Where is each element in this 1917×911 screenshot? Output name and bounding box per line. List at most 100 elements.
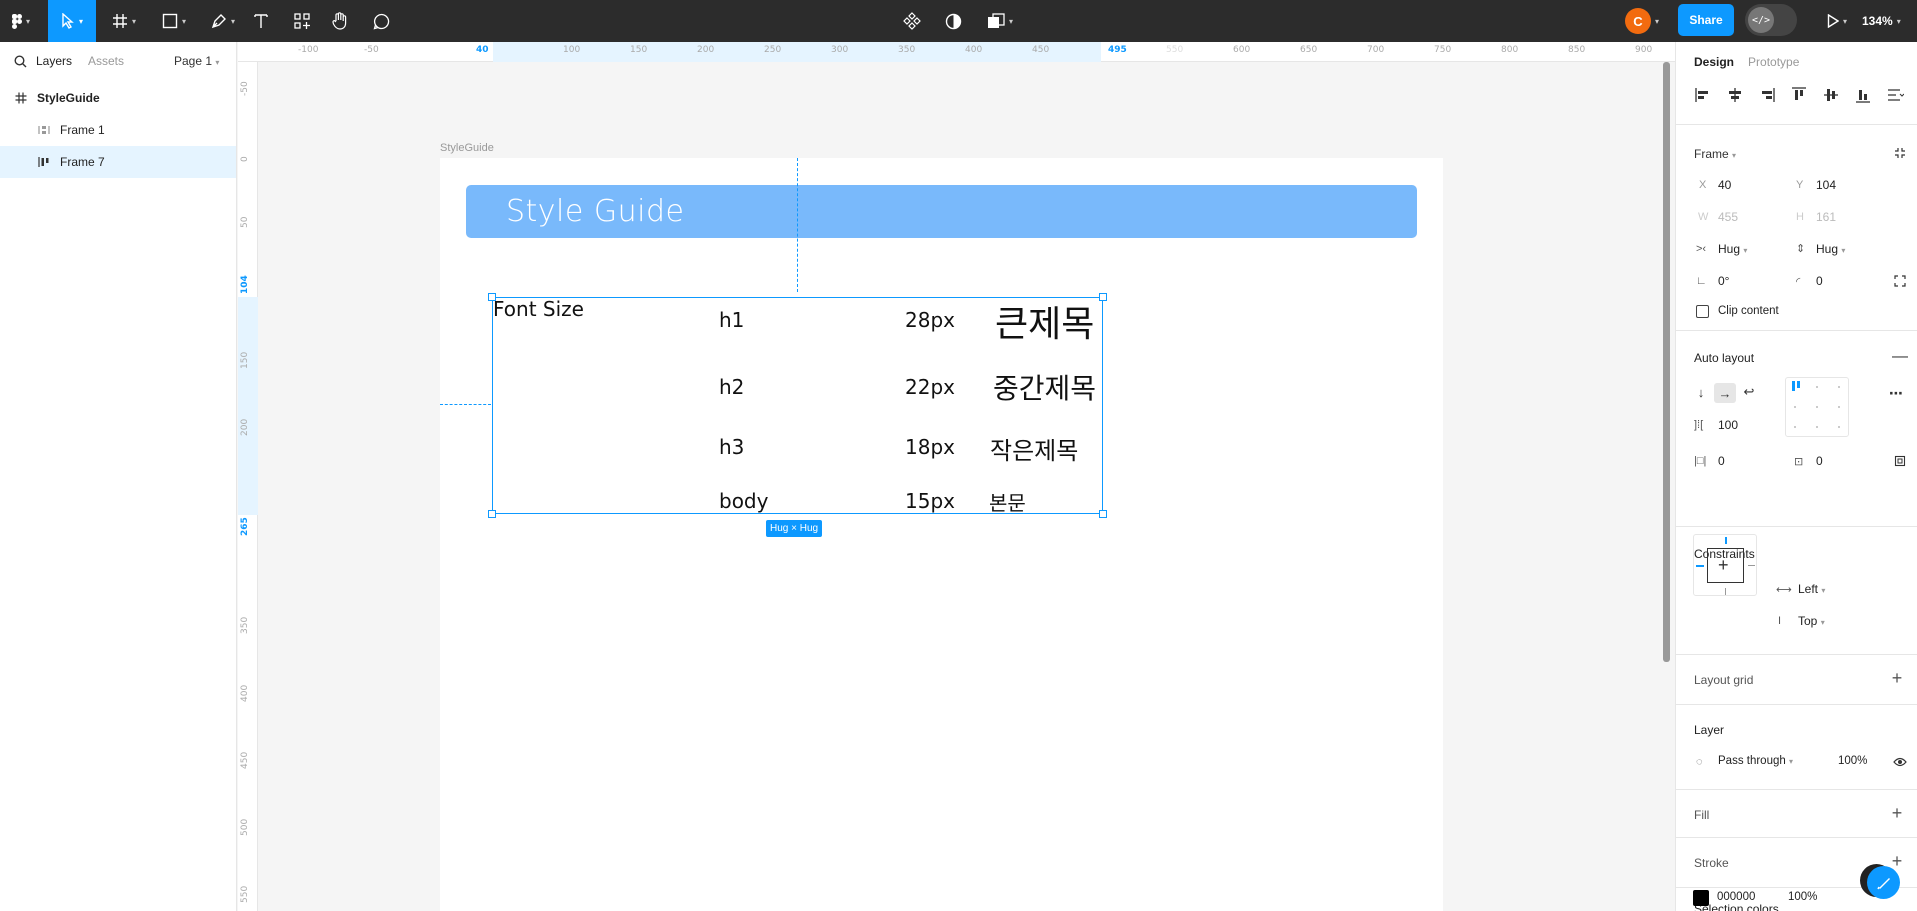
ai-assistant-button[interactable] (1867, 866, 1900, 899)
selection-color-hex[interactable]: 000000 (1717, 891, 1755, 903)
resize-handle-bottom-left[interactable] (488, 510, 496, 518)
constraint-bottom-marker[interactable] (1725, 588, 1726, 595)
selection-bounding-box[interactable] (492, 297, 1103, 514)
layer-opacity-input[interactable]: 100% (1838, 755, 1867, 767)
resize-handle-top-left[interactable] (488, 293, 496, 301)
frame-section-title[interactable]: Frame ▾ (1694, 147, 1736, 161)
x-input[interactable]: 40 (1718, 178, 1731, 192)
layer-item-frame-1[interactable]: Frame 1 (0, 114, 236, 146)
style-guide-title[interactable]: Style Guide (466, 194, 684, 229)
alignment-dot[interactable] (1794, 426, 1796, 428)
selection-color-swatch[interactable] (1693, 890, 1709, 906)
alignment-dot[interactable] (1838, 386, 1840, 388)
horizontal-padding-icon: |□| (1694, 455, 1707, 467)
resize-handle-top-right[interactable] (1099, 293, 1107, 301)
eye-visibility-icon[interactable] (1892, 754, 1908, 770)
align-right-icon[interactable] (1758, 86, 1776, 104)
horizontal-padding-input[interactable]: 0 (1718, 454, 1725, 468)
auto-layout-horizontal-icon (37, 155, 51, 169)
design-canvas[interactable]: StyleGuide Style Guide Font Size h1 28px… (258, 62, 1675, 911)
height-input[interactable]: 161 (1816, 210, 1836, 224)
corner-radius-input[interactable]: 0 (1816, 274, 1823, 288)
layer-item-frame-7[interactable]: Frame 7 (0, 146, 236, 178)
styleguide-frame[interactable] (440, 158, 1443, 911)
width-input[interactable]: 455 (1718, 210, 1738, 224)
alignment-dot[interactable] (1838, 426, 1840, 428)
horizontal-sizing-value: Hug (1718, 242, 1741, 256)
resize-to-fit-icon[interactable] (1892, 145, 1908, 161)
resize-handle-bottom-right[interactable] (1099, 510, 1107, 518)
add-fill-icon[interactable]: + (1886, 802, 1908, 824)
frame-tool-button[interactable]: ▾ (106, 0, 142, 42)
frame-name-label[interactable]: StyleGuide (440, 142, 494, 154)
align-center-vertical-icon[interactable] (1822, 86, 1840, 104)
individual-padding-icon[interactable] (1892, 453, 1908, 469)
vertical-constraint-dropdown[interactable]: Top ▾ (1798, 614, 1825, 628)
pen-tool-button[interactable]: ▾ (205, 0, 241, 42)
canvas-scrollbar[interactable] (1663, 62, 1670, 662)
direction-horizontal-icon[interactable]: → (1714, 383, 1736, 403)
text-tool-button[interactable] (251, 0, 271, 42)
style-guide-header[interactable]: Style Guide (466, 185, 1417, 238)
share-button[interactable]: Share (1678, 4, 1734, 36)
clip-content-checkbox[interactable] (1696, 305, 1709, 318)
resources-tool-button[interactable] (292, 0, 312, 42)
gap-input[interactable]: 100 (1718, 418, 1738, 432)
tab-assets[interactable]: Assets (88, 54, 124, 68)
distribute-menu-icon[interactable] (1886, 86, 1905, 104)
align-left-icon[interactable] (1694, 86, 1712, 104)
vertical-sizing-dropdown[interactable]: Hug ▾ (1816, 242, 1845, 256)
align-top-icon[interactable] (1790, 86, 1808, 104)
search-icon[interactable] (14, 55, 27, 68)
move-tool-button[interactable]: ▾ (48, 0, 96, 42)
alignment-dot[interactable] (1838, 406, 1840, 408)
constraint-left-marker[interactable] (1696, 565, 1704, 567)
comment-tool-button[interactable] (371, 0, 391, 42)
align-bottom-icon[interactable] (1854, 86, 1872, 104)
remove-auto-layout-icon[interactable]: — (1890, 347, 1910, 367)
horizontal-constraint-dropdown[interactable]: Left ▾ (1798, 582, 1825, 596)
alignment-dot[interactable] (1816, 406, 1818, 408)
alignment-dot[interactable] (1816, 386, 1818, 388)
hand-tool-button[interactable] (330, 0, 350, 42)
user-avatar-button[interactable]: C ▾ (1622, 0, 1662, 42)
ruler-tick: 650 (1300, 45, 1318, 55)
align-center-horizontal-icon[interactable] (1726, 86, 1744, 104)
gap-icon: ]⁞[ (1694, 419, 1704, 431)
horizontal-sizing-dropdown[interactable]: Hug ▾ (1718, 242, 1747, 256)
alignment-grid[interactable] (1785, 377, 1849, 437)
present-button[interactable]: ▾ (1822, 0, 1852, 42)
constraint-top-marker[interactable] (1725, 537, 1727, 544)
direction-wrap-icon[interactable]: ↩ (1740, 383, 1758, 401)
ruler-vertical[interactable]: -50 0 50 104 150 200 265 350 400 450 500… (238, 62, 258, 911)
boolean-ops-button[interactable]: ▾ (983, 0, 1017, 42)
direction-vertical-icon[interactable]: ↓ (1692, 383, 1710, 401)
zoom-menu-button[interactable]: 134% ▾ (1862, 0, 1901, 42)
rotation-input[interactable]: 0° (1718, 274, 1729, 288)
independent-corners-icon[interactable] (1892, 273, 1908, 289)
alignment-dot[interactable] (1794, 406, 1796, 408)
alignment-dot[interactable] (1816, 426, 1818, 428)
cursor-arrow-icon (62, 13, 74, 29)
ruler-tick: 300 (831, 45, 849, 55)
theme-contrast-button[interactable] (943, 0, 963, 42)
vertical-padding-input[interactable]: 0 (1816, 454, 1823, 468)
constraint-right-marker[interactable] (1748, 565, 1755, 566)
components-button[interactable] (902, 0, 922, 42)
main-menu-button[interactable]: ▾ (8, 0, 34, 42)
add-layout-grid-icon[interactable]: + (1886, 667, 1908, 689)
ruler-horizontal[interactable]: -100 -50 40 100 150 200 250 300 350 400 … (238, 42, 1675, 62)
selection-color-opacity[interactable]: 100% (1788, 891, 1817, 903)
dev-mode-toggle[interactable]: </> (1745, 4, 1797, 36)
clip-content-label: Clip content (1718, 305, 1779, 317)
shape-tool-button[interactable]: ▾ (156, 0, 192, 42)
more-options-icon[interactable]: ⋯ (1886, 385, 1906, 401)
layer-item-styleguide[interactable]: StyleGuide (0, 82, 236, 114)
tab-prototype[interactable]: Prototype (1748, 55, 1799, 69)
blend-mode-dropdown[interactable]: Pass through ▾ (1718, 755, 1793, 767)
y-input[interactable]: 104 (1816, 178, 1836, 192)
constraints-widget[interactable]: + (1693, 534, 1757, 596)
tab-layers[interactable]: Layers (36, 54, 72, 68)
page-selector[interactable]: Page 1 ▾ (174, 54, 219, 68)
tab-design[interactable]: Design (1694, 55, 1734, 69)
